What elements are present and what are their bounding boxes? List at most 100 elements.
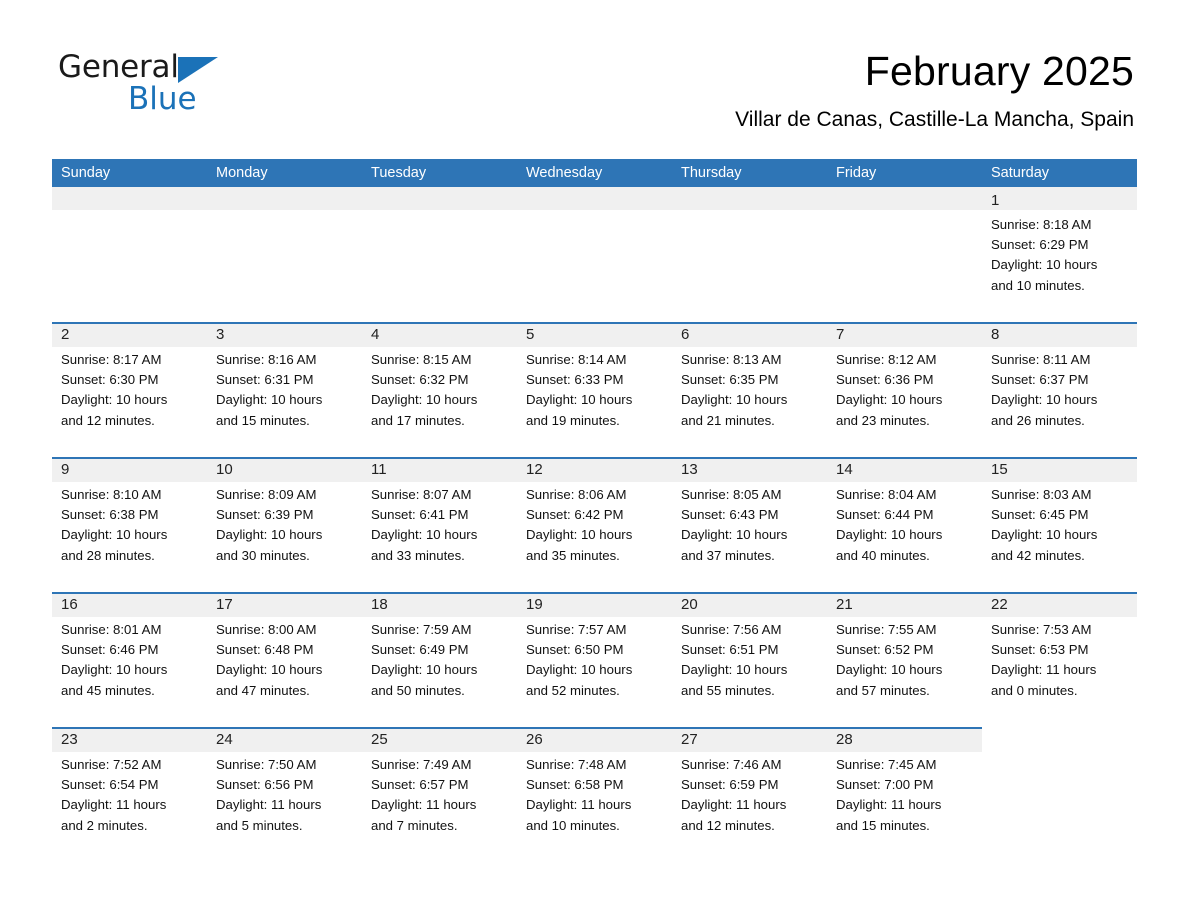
day-sun-info: Sunrise: 7:52 AM Sunset: 6:54 PM Daylight:… (61, 752, 198, 836)
weekday-header-saturday: Saturday (991, 165, 1050, 181)
calendar-week-row: 9 Sunrise: 8:10 AM Sunset: 6:38 PM Daylight… (52, 457, 1137, 592)
daylight-duration: and 12 minutes. (681, 817, 775, 833)
sunrise-time: Sunrise: 8:16 AM (216, 352, 317, 367)
day-cell-25[interactable]: 25 Sunrise: 7:49 AM Sunset: 6:57 PM Dayligh… (362, 727, 517, 862)
daylight-duration: and 35 minutes. (526, 547, 620, 563)
day-cell-1[interactable]: 1 Sunrise: 8:18 AM Sunset: 6:29 PM Daylight… (982, 187, 1137, 322)
day-cell-10[interactable]: 10 Sunrise: 8:09 AM Sunset: 6:39 PM Dayligh… (207, 457, 362, 592)
day-cell-17[interactable]: 17 Sunrise: 8:00 AM Sunset: 6:48 PM Dayligh… (207, 592, 362, 727)
day-number: 2 (61, 326, 70, 343)
day-cell-empty (52, 187, 207, 322)
daylight-duration: Daylight: 10 hours (526, 662, 633, 678)
sunset-time: Sunset: 6:44 PM (836, 507, 934, 523)
sunrise-time: Sunrise: 7:56 AM (681, 622, 782, 637)
daylight-duration: Daylight: 10 hours (836, 662, 943, 678)
day-cell-15[interactable]: 15 Sunrise: 8:03 AM Sunset: 6:45 PM Dayligh… (982, 457, 1137, 592)
sunrise-time: Sunrise: 7:55 AM (836, 622, 937, 637)
daylight-duration: and 5 minutes. (216, 817, 303, 833)
sunset-time: Sunset: 6:54 PM (61, 777, 159, 793)
day-cell-16[interactable]: 16 Sunrise: 8:01 AM Sunset: 6:46 PM Dayligh… (52, 592, 207, 727)
day-cell-24[interactable]: 24 Sunrise: 7:50 AM Sunset: 6:56 PM Dayligh… (207, 727, 362, 862)
daylight-duration: and 10 minutes. (991, 277, 1085, 293)
day-sun-info: Sunrise: 7:49 AM Sunset: 6:57 PM Daylight:… (371, 752, 508, 836)
sunrise-time: Sunrise: 8:10 AM (61, 487, 162, 502)
daylight-duration: and 21 minutes. (681, 412, 775, 428)
day-cell-18[interactable]: 18 Sunrise: 7:59 AM Sunset: 6:49 PM Dayligh… (362, 592, 517, 727)
sunset-time: Sunset: 6:56 PM (216, 777, 314, 793)
location-subtitle: Villar de Canas, Castille-La Mancha, Spa… (735, 108, 1134, 131)
day-cell-19[interactable]: 19 Sunrise: 7:57 AM Sunset: 6:50 PM Dayligh… (517, 592, 672, 727)
daylight-duration: Daylight: 10 hours (526, 527, 633, 543)
week-days: 1 Sunrise: 8:18 AM Sunset: 6:29 PM Daylight… (52, 187, 1137, 322)
day-cell-empty (672, 187, 827, 322)
day-cell-2[interactable]: 2 Sunrise: 8:17 AM Sunset: 6:30 PM Daylight… (52, 322, 207, 457)
day-cell-5[interactable]: 5 Sunrise: 8:14 AM Sunset: 6:33 PM Daylight… (517, 322, 672, 457)
day-cell-8[interactable]: 8 Sunrise: 8:11 AM Sunset: 6:37 PM Daylight… (982, 322, 1137, 457)
day-cell-6[interactable]: 6 Sunrise: 8:13 AM Sunset: 6:35 PM Daylight… (672, 322, 827, 457)
day-sun-info: Sunrise: 8:15 AM Sunset: 6:32 PM Daylight:… (371, 347, 508, 431)
day-cell-28[interactable]: 28 Sunrise: 7:45 AM Sunset: 7:00 PM Dayligh… (827, 727, 982, 862)
day-number: 11 (371, 461, 387, 478)
weekday-header-row: Sunday Monday Tuesday Wednesday Thursday Frid… (52, 159, 1137, 187)
sunrise-time: Sunrise: 8:17 AM (61, 352, 162, 367)
daylight-duration: Daylight: 10 hours (526, 392, 633, 408)
logo-general-text: General (58, 49, 179, 85)
day-cell-23[interactable]: 23 Sunrise: 7:52 AM Sunset: 6:54 PM Dayligh… (52, 727, 207, 862)
daylight-duration: and 42 minutes. (991, 547, 1085, 563)
page-title: February 2025 (864, 48, 1134, 94)
daylight-duration: and 45 minutes. (61, 682, 155, 698)
sunrise-time: Sunrise: 8:03 AM (991, 487, 1092, 502)
daylight-duration: and 19 minutes. (526, 412, 620, 428)
day-cell-27[interactable]: 27 Sunrise: 7:46 AM Sunset: 6:59 PM Dayligh… (672, 727, 827, 862)
day-cell-11[interactable]: 11 Sunrise: 8:07 AM Sunset: 6:41 PM Dayligh… (362, 457, 517, 592)
day-number: 21 (836, 596, 853, 613)
day-cell-26[interactable]: 26 Sunrise: 7:48 AM Sunset: 6:58 PM Dayligh… (517, 727, 672, 862)
day-sun-info: Sunrise: 8:00 AM Sunset: 6:48 PM Daylight:… (216, 617, 353, 701)
daylight-duration: and 40 minutes. (836, 547, 930, 563)
day-cell-9[interactable]: 9 Sunrise: 8:10 AM Sunset: 6:38 PM Daylight… (52, 457, 207, 592)
day-sun-info: Sunrise: 7:55 AM Sunset: 6:52 PM Daylight:… (836, 617, 973, 701)
daylight-duration: Daylight: 10 hours (371, 392, 478, 408)
daylight-duration: and 0 minutes. (991, 682, 1078, 698)
day-cell-12[interactable]: 12 Sunrise: 8:06 AM Sunset: 6:42 PM Dayligh… (517, 457, 672, 592)
daylight-duration: and 26 minutes. (991, 412, 1085, 428)
day-cell-7[interactable]: 7 Sunrise: 8:12 AM Sunset: 6:36 PM Daylight… (827, 322, 982, 457)
day-cell-21[interactable]: 21 Sunrise: 7:55 AM Sunset: 6:52 PM Dayligh… (827, 592, 982, 727)
daylight-duration: and 7 minutes. (371, 817, 458, 833)
day-number: 23 (61, 731, 78, 748)
sunset-time: Sunset: 6:38 PM (61, 507, 159, 523)
day-cell-20[interactable]: 20 Sunrise: 7:56 AM Sunset: 6:51 PM Dayligh… (672, 592, 827, 727)
day-number: 24 (216, 731, 233, 748)
sunset-time: Sunset: 6:33 PM (526, 372, 624, 388)
weekday-header-wednesday: Wednesday (526, 165, 603, 181)
sunrise-time: Sunrise: 7:49 AM (371, 757, 472, 772)
calendar-page: General Blue February 2025 Villar de Can… (0, 0, 1188, 918)
sunrise-time: Sunrise: 7:48 AM (526, 757, 627, 772)
week-days: 23 Sunrise: 7:52 AM Sunset: 6:54 PM Dayligh… (52, 727, 1137, 862)
day-cell-3[interactable]: 3 Sunrise: 8:16 AM Sunset: 6:31 PM Daylight… (207, 322, 362, 457)
day-cell-13[interactable]: 13 Sunrise: 8:05 AM Sunset: 6:43 PM Dayligh… (672, 457, 827, 592)
sunrise-time: Sunrise: 7:45 AM (836, 757, 937, 772)
daylight-duration: Daylight: 10 hours (991, 392, 1098, 408)
day-sun-info: Sunrise: 8:03 AM Sunset: 6:45 PM Daylight:… (991, 482, 1128, 566)
sunset-time: Sunset: 6:48 PM (216, 642, 314, 658)
daylight-duration: and 15 minutes. (216, 412, 310, 428)
day-sun-info: Sunrise: 7:46 AM Sunset: 6:59 PM Daylight:… (681, 752, 818, 836)
day-number: 15 (991, 461, 1008, 478)
weekday-header-sunday: Sunday (61, 165, 111, 181)
day-number: 10 (216, 461, 233, 478)
day-cell-empty (207, 187, 362, 322)
daylight-duration: and 2 minutes. (61, 817, 148, 833)
sunset-time: Sunset: 6:30 PM (61, 372, 159, 388)
day-cell-22[interactable]: 22 Sunrise: 7:53 AM Sunset: 6:53 PM Dayligh… (982, 592, 1137, 727)
sunset-time: Sunset: 6:32 PM (371, 372, 469, 388)
day-number: 1 (991, 192, 1000, 209)
day-cell-4[interactable]: 4 Sunrise: 8:15 AM Sunset: 6:32 PM Daylight… (362, 322, 517, 457)
day-cell-14[interactable]: 14 Sunrise: 8:04 AM Sunset: 6:44 PM Dayligh… (827, 457, 982, 592)
weekday-header-friday: Friday (836, 165, 877, 181)
triangle-flag-icon (177, 57, 218, 83)
sunrise-sunset-calendar: Sunday Monday Tuesday Wednesday Thursday Frid… (52, 159, 1137, 862)
sunrise-time: Sunrise: 8:07 AM (371, 487, 472, 502)
day-number: 4 (371, 326, 380, 343)
calendar-week-row: 16 Sunrise: 8:01 AM Sunset: 6:46 PM Dayligh… (52, 592, 1137, 727)
